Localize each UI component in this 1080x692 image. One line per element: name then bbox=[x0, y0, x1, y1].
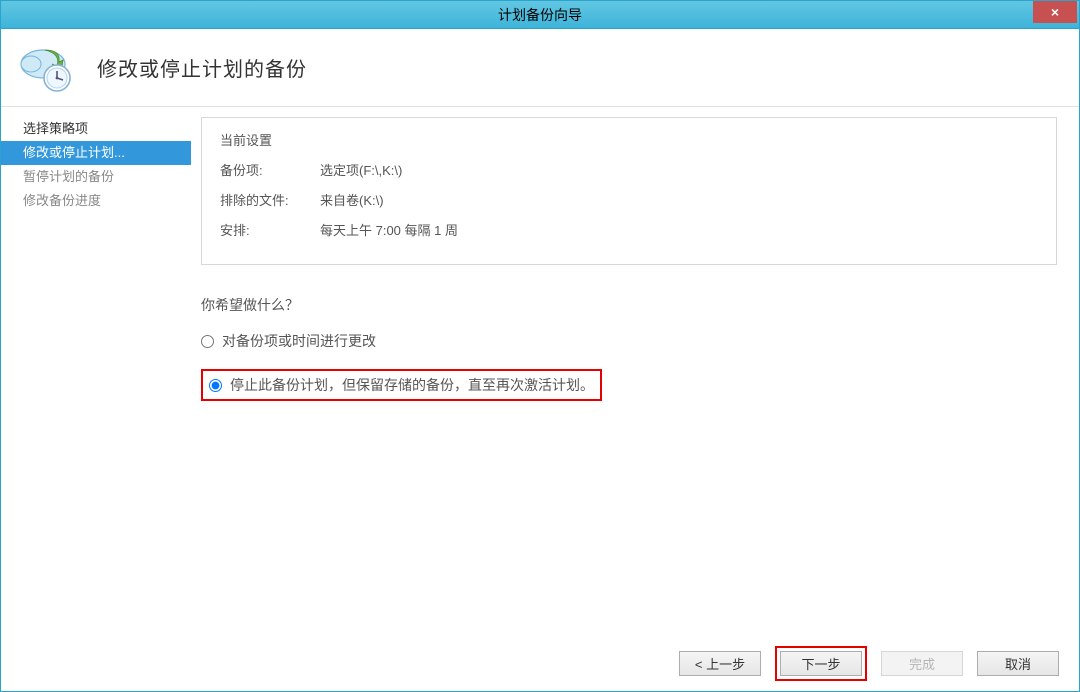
wizard-window: 计划备份向导 × 修改或停止计划的备份 选择策略项 修改 bbox=[0, 0, 1080, 692]
next-button[interactable]: 下一步 bbox=[780, 651, 862, 676]
radio-modify-items[interactable] bbox=[201, 335, 214, 348]
settings-value: 来自卷(K:\) bbox=[320, 190, 384, 212]
wizard-footer: < 上一步 下一步 完成 取消 bbox=[1, 635, 1079, 691]
finish-button: 完成 bbox=[881, 651, 963, 676]
question-label: 你希望做什么？ bbox=[201, 295, 1057, 315]
settings-row-excluded-files: 排除的文件: 来自卷(K:\) bbox=[220, 190, 1038, 212]
sidebar-item-label: 暂停计划的备份 bbox=[23, 169, 114, 184]
option-stop-plan[interactable]: 停止此备份计划，但保留存储的备份，直至再次激活计划。 bbox=[209, 375, 594, 395]
settings-label: 排除的文件: bbox=[220, 190, 320, 212]
window-title: 计划备份向导 bbox=[1, 5, 1079, 25]
close-button[interactable]: × bbox=[1033, 1, 1077, 23]
settings-label: 安排: bbox=[220, 220, 320, 242]
settings-title-label: 当前设置 bbox=[220, 130, 320, 152]
backup-wizard-icon bbox=[17, 40, 77, 96]
current-settings-group: 当前设置 备份项: 选定项(F:\,K:\) 排除的文件: 来自卷(K:\) 安… bbox=[201, 117, 1057, 265]
close-icon: × bbox=[1051, 4, 1059, 20]
wizard-body: 选择策略项 修改或停止计划... 暂停计划的备份 修改备份进度 当前设置 备份项… bbox=[1, 107, 1079, 635]
option-label: 对备份项或时间进行更改 bbox=[222, 331, 376, 351]
titlebar: 计划备份向导 × bbox=[1, 1, 1079, 29]
option-label: 停止此备份计划，但保留存储的备份，直至再次激活计划。 bbox=[230, 375, 594, 395]
wizard-content: 当前设置 备份项: 选定项(F:\,K:\) 排除的文件: 来自卷(K:\) 安… bbox=[191, 107, 1079, 635]
sidebar-item-label: 修改或停止计划... bbox=[23, 145, 125, 160]
settings-row-backup-items: 备份项: 选定项(F:\,K:\) bbox=[220, 160, 1038, 182]
sidebar-item-modify-progress: 修改备份进度 bbox=[1, 189, 191, 213]
sidebar-item-label: 修改备份进度 bbox=[23, 193, 101, 208]
settings-label: 备份项: bbox=[220, 160, 320, 182]
sidebar-item-pause-plan: 暂停计划的备份 bbox=[1, 165, 191, 189]
page-title: 修改或停止计划的备份 bbox=[97, 53, 307, 82]
settings-row-schedule: 安排: 每天上午 7:00 每隔 1 周 bbox=[220, 220, 1038, 242]
settings-value: 每天上午 7:00 每隔 1 周 bbox=[320, 220, 458, 242]
wizard-steps-sidebar: 选择策略项 修改或停止计划... 暂停计划的备份 修改备份进度 bbox=[1, 107, 191, 635]
next-button-highlight: 下一步 bbox=[775, 646, 867, 681]
back-button[interactable]: < 上一步 bbox=[679, 651, 761, 676]
option-modify-items[interactable]: 对备份项或时间进行更改 bbox=[201, 331, 1057, 351]
wizard-header: 修改或停止计划的备份 bbox=[1, 29, 1079, 107]
sidebar-item-label: 选择策略项 bbox=[23, 121, 88, 136]
sidebar-item-modify-stop[interactable]: 修改或停止计划... bbox=[1, 141, 191, 165]
settings-value: 选定项(F:\,K:\) bbox=[320, 160, 402, 182]
highlighted-option-box: 停止此备份计划，但保留存储的备份，直至再次激活计划。 bbox=[201, 369, 602, 401]
sidebar-item-select-policy[interactable]: 选择策略项 bbox=[1, 117, 191, 141]
cancel-button[interactable]: 取消 bbox=[977, 651, 1059, 676]
radio-stop-plan[interactable] bbox=[209, 379, 222, 392]
